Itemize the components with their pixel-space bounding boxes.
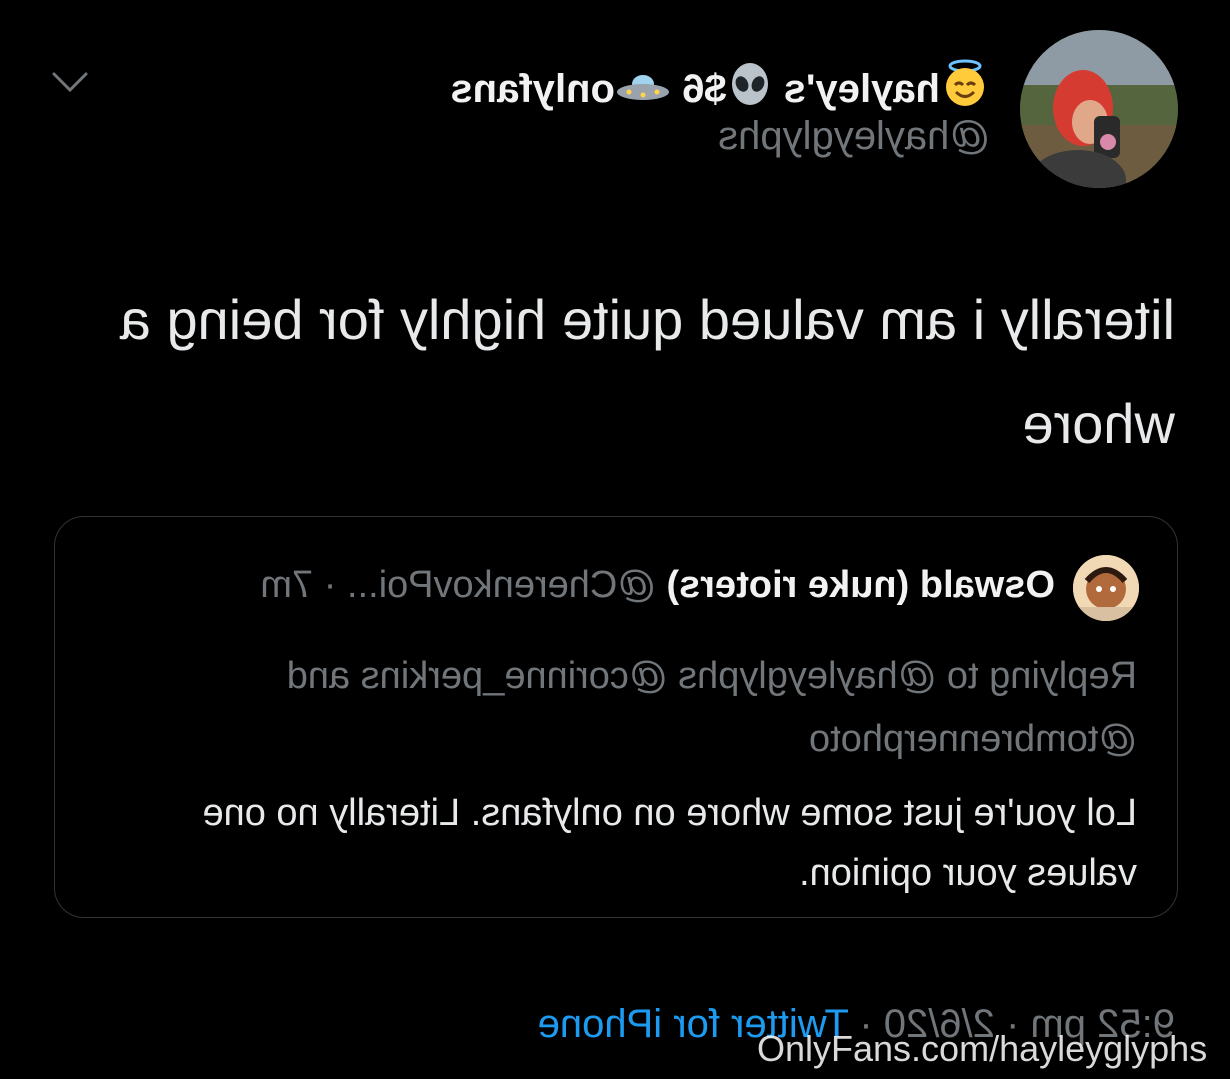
quoted-header: Oswald (nuke rioters) @CherenkovPoi... ·…: [260, 564, 1055, 607]
author-display-name[interactable]: hayley's $6 onlyfans: [450, 58, 990, 118]
quoted-tweet[interactable]: Oswald (nuke rioters) @CherenkovPoi... ·…: [54, 516, 1178, 918]
quoted-handle-time: @CherenkovPoi... · 7m: [260, 564, 656, 606]
display-name-text: hayley's: [783, 67, 940, 111]
quoted-author-avatar[interactable]: [1073, 555, 1139, 621]
quoted-text: Lol you're just some whore on onlyfans. …: [202, 792, 1137, 894]
tweet-text: literally i am valued quite highly for b…: [119, 288, 1175, 455]
mirrored-screenshot: hayley's $6 onlyfans @hayleyglyphs liter…: [0, 0, 1230, 1079]
quoted-display-name[interactable]: Oswald (nuke rioters): [666, 564, 1055, 606]
alien-icon: [727, 62, 773, 118]
author-avatar[interactable]: [1020, 30, 1178, 188]
watermark: OnlyFans.com/hayleyglyphs: [757, 1028, 1208, 1069]
smiling-face-with-halo-icon: [940, 58, 990, 118]
chevron-down-icon[interactable]: [50, 62, 90, 102]
author-handle[interactable]: @hayleyglyphs: [718, 114, 990, 159]
display-name-tail: onlyfans: [450, 67, 615, 111]
flying-saucer-icon: [615, 68, 671, 118]
quoted-reply-context: Replying to @hayleyglyphs @corinne_perki…: [286, 655, 1137, 760]
display-name-suffix: $6: [682, 67, 727, 111]
